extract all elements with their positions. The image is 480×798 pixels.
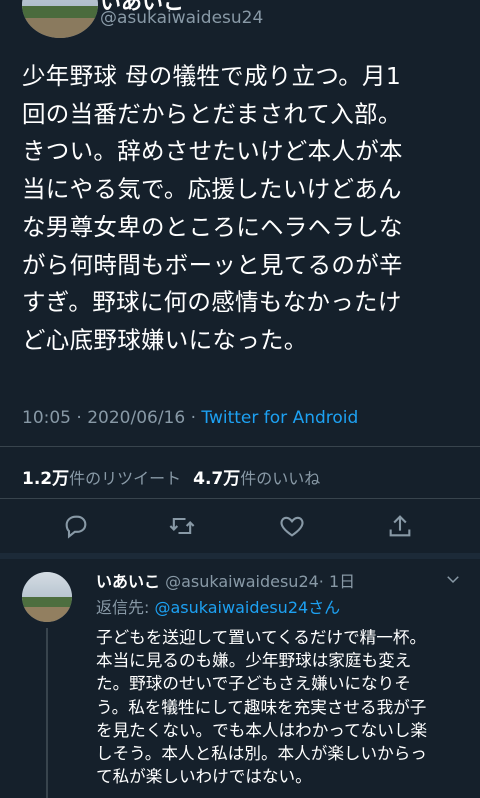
- tweet-timestamp[interactable]: 10:05 · 2020/06/16 ·: [22, 408, 201, 428]
- likes-count: 4.7万: [193, 469, 241, 489]
- section-separator: [0, 553, 480, 559]
- retweets-label: 件のリツイート: [69, 469, 182, 488]
- reply-age: · 1日: [318, 572, 356, 591]
- retweets-count: 1.2万: [22, 469, 70, 489]
- reply-text-line: を見たくない。でも本人はわかってないし楽: [96, 720, 428, 740]
- reply-text-line: て私が楽しいわけではない。: [96, 767, 312, 787]
- likes-stat[interactable]: 4.7万件のいいね: [193, 469, 321, 489]
- tweet-text-line: 少年野球 母の犠牲で成り立つ。月1: [22, 62, 402, 90]
- tweet-text-line: な男尊女卑のところにヘラヘラしな: [22, 212, 403, 241]
- reply-text-line: しそう。本人と私は別。本人が楽しいからっ: [96, 744, 427, 764]
- tweet-text-line: すぎ。野球に何の感情もなかったけ: [22, 288, 402, 317]
- reply-author-name[interactable]: いあいこ: [96, 572, 160, 591]
- tweet-meta: 10:05 · 2020/06/16 · Twitter for Android: [22, 408, 358, 428]
- reply-to-mention[interactable]: @asukaiwaidesu24さん: [154, 598, 340, 617]
- reply-to: 返信先: @asukaiwaidesu24さん: [96, 594, 340, 618]
- tweet-source-link[interactable]: Twitter for Android: [201, 408, 358, 428]
- reply-author-handle[interactable]: @asukaiwaidesu24: [165, 572, 319, 591]
- reply-text-line: た。野球のせいで子どもさえ嫌いになりそ: [96, 674, 411, 694]
- divider: [0, 446, 480, 447]
- reply-text-line: 本当に見るのも嫌。少年野球は家庭も変え: [96, 651, 412, 671]
- author-handle[interactable]: @asukaiwaidesu24: [100, 8, 263, 28]
- reply-header: いあいこ @asukaiwaidesu24· 1日: [96, 568, 355, 592]
- reply-icon[interactable]: [62, 512, 94, 544]
- tweet-text: 少年野球 母の犠牲で成り立つ。月1 回の当番だからとだまされて入部。 きつい。辞…: [22, 58, 470, 360]
- reply-text: 子どもを送迎して置いてくるだけで精一杯。 本当に見るのも嫌。少年野球は家庭も変え…: [96, 626, 476, 788]
- likes-label: 件のいいね: [240, 469, 321, 488]
- like-icon[interactable]: [278, 512, 310, 544]
- chevron-down-icon[interactable]: [444, 570, 462, 588]
- reply-to-label: 返信先:: [96, 598, 155, 617]
- action-bar: [0, 512, 480, 544]
- tweet-text-line: きつい。辞めさせたいけど本人が本: [22, 137, 403, 166]
- retweet-icon[interactable]: [168, 512, 200, 544]
- reply-text-line: う。私を犠牲にして趣味を充実させる我が子: [96, 697, 427, 717]
- thread-line: [46, 628, 48, 798]
- tweet-text-line: ど心底野球嫌いになった。: [22, 325, 308, 354]
- reply-text-line: 子どもを送迎して置いてくるだけで精一杯。: [96, 628, 427, 647]
- retweets-stat[interactable]: 1.2万件のリツイート: [22, 469, 182, 489]
- divider: [0, 498, 480, 499]
- tweet-text-line: 回の当番だからとだまされて入部。: [22, 99, 402, 128]
- reply-avatar[interactable]: [22, 572, 72, 622]
- tweet-text-line: 当にやる気で。応援したいけどあん: [22, 175, 402, 204]
- tweet-text-line: がら何時間もボーッと見てるのが辛: [22, 250, 403, 279]
- tweet-stats: 1.2万件のリツイート 4.7万件のいいね: [22, 464, 320, 489]
- author-avatar[interactable]: [22, 0, 98, 38]
- share-icon[interactable]: [386, 512, 418, 544]
